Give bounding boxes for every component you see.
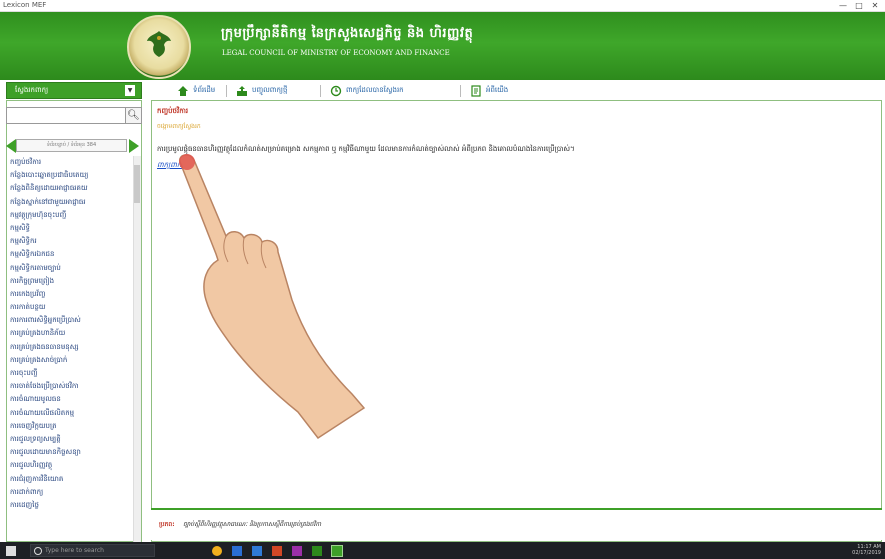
term-list-item[interactable]: កន្លែងស្នាក់នៅជាមួយអាជ្ញាធរ (10, 196, 134, 209)
cortana-icon (34, 547, 42, 555)
sidebar-header-label: ស្វែងរកពាក្យ (15, 86, 49, 94)
ministry-logo (127, 15, 191, 79)
title-bar: Lexicon MEF — □ ✕ (0, 0, 885, 12)
term-list-item[interactable]: កម្មវត្ថុក្រុមហ៊ុនចុះបញ្ជី (10, 209, 134, 222)
home-button[interactable]: ទំព័រដើម (177, 84, 215, 98)
term-list-item[interactable]: ការកិច្ចព្រមព្រៀង (10, 275, 134, 288)
term-list-item[interactable]: កញ្ចប់ថវិការ (10, 156, 134, 169)
maximize-button[interactable]: □ (851, 0, 867, 12)
term-list-item[interactable]: កម្មសិទ្ធិ (10, 222, 134, 235)
next-page-arrow-icon[interactable] (129, 139, 139, 153)
excel-icon[interactable] (312, 546, 322, 556)
export-icon (237, 86, 247, 96)
chrome-icon[interactable] (212, 546, 222, 556)
close-button[interactable]: ✕ (867, 0, 883, 12)
file-explorer-icon[interactable] (252, 546, 262, 556)
clock-date: 02/17/2019 (852, 550, 881, 556)
system-clock[interactable]: 11:17 AM 02/17/2019 (852, 544, 881, 556)
minimize-button[interactable]: — (835, 0, 851, 12)
history-button[interactable]: ពាក្យដែលបានស្វែងរក (330, 84, 404, 98)
edge-icon[interactable] (232, 546, 242, 556)
term-list: កញ្ចប់ថវិការ កន្លែងបោះឆ្នោតប្រជាធិបតេយ្យក… (10, 156, 134, 540)
term-subtitle: ចង្កោមពាក្យស្វែងរក (157, 123, 201, 130)
source-label: ប្រភព: (159, 521, 175, 528)
term-list-item[interactable]: កម្មសិទ្ធិករឯកជន (10, 248, 134, 261)
taskbar-search-placeholder: Type here to search (45, 547, 104, 554)
pointing-hand-icon (179, 154, 366, 440)
banner-title-english: LEGAL COUNCIL OF MINISTRY OF ECONOMY AND… (222, 49, 450, 57)
term-list-item[interactable]: ការកាត់បន្ថយ (10, 301, 134, 314)
term-list-scrollbar[interactable] (133, 156, 141, 542)
term-title: កញ្ចប់ថវិការ (157, 107, 189, 115)
term-list-item[interactable]: ការចំណាយលើផលិតកម្ម (10, 407, 134, 420)
pager-label: ទំព័រ​បន្ទាប់ / ទំព័រ​មុន 384 (16, 139, 127, 152)
term-list-item[interactable]: ការចាត់ចែងប្រើប្រាស់ថវិកា (10, 380, 134, 393)
banner-title-khmer: ក្រុមប្រឹក្សានីតិកម្ម នៃក្រសួងសេដ្ឋកិច្ច… (221, 26, 474, 41)
term-list-item[interactable]: ការគ្រប់គ្រងធនធានមនុស្ស (10, 341, 134, 354)
scrollbar-thumb[interactable] (134, 165, 140, 203)
window-title: Lexicon MEF (3, 1, 47, 9)
document-icon (471, 85, 481, 97)
term-list-item[interactable]: ការជួលហិរញ្ញវត្ថុ (10, 459, 134, 472)
toolbar-divider (226, 85, 227, 97)
home-button-label: ទំព័រដើម (193, 86, 216, 94)
search-button[interactable]: 🔍︎ (125, 107, 142, 124)
toolbar-divider (460, 85, 461, 97)
app-window: Lexicon MEF — □ ✕ ក្រុមប្រឹក្សានីតិកម្ម … (0, 0, 885, 559)
term-list-item[interactable]: ការការពារសិទ្ធិអ្នកប្រើប្រាស់ (10, 314, 134, 327)
term-list-item[interactable]: ការកេងប្រវ័ញ្ច (10, 288, 134, 301)
term-list-item[interactable]: កម្មសិទ្ធិករ (10, 235, 134, 248)
previous-page-arrow-icon[interactable] (6, 139, 16, 153)
home-icon (178, 86, 188, 96)
term-list-item[interactable]: ការចេញវិក្កយបត្រ (10, 420, 134, 433)
term-list-item[interactable]: កន្លែងពិនិត្យ​ដោយ​អាជ្ញាធរ​គយ (10, 182, 134, 195)
add-term-button[interactable]: បញ្ចូលពាក្យថ្មី (236, 84, 287, 98)
source-value: ច្បាប់ស្តីពីហិរញ្ញវត្ថុសាធារណៈ និងប្រកាស… (183, 521, 322, 528)
term-list-item[interactable]: កម្មសិទ្ធិករតាមច្បាប់ (10, 262, 134, 275)
about-button-label: អំពីយើង (486, 86, 509, 94)
toolbar-divider (320, 85, 321, 97)
sidebar-header[interactable]: ស្វែងរកពាក្យ ▼ (6, 82, 142, 99)
term-list-item[interactable]: ការគ្រប់គ្រងសាច់ប្រាក់ (10, 354, 134, 367)
os-taskbar: Type here to search 11:17 AM 02/17/2019 (0, 542, 885, 559)
search-input[interactable] (6, 107, 129, 124)
term-list-item[interactable]: ការគ្រប់គ្រងហានិភ័យ (10, 327, 134, 340)
source-footer: ប្រភព: ច្បាប់ស្តីពីហិរញ្ញវត្ថុសាធារណៈ និ… (151, 508, 882, 540)
term-list-item[interactable]: ការជួលដោយមានកិច្ចសន្យា (10, 446, 134, 459)
term-list-item[interactable]: ការចុះបញ្ជី (10, 367, 134, 380)
term-list-item[interactable]: ការជួលទ្រព្យសម្បត្តិ (10, 433, 134, 446)
search-icon: 🔍︎ (127, 110, 140, 121)
lexicon-app-icon[interactable] (331, 545, 343, 557)
about-button[interactable]: អំពីយើង (470, 84, 508, 98)
term-list-item[interactable]: ការចំណាយមូលធន (10, 393, 134, 406)
term-list-item[interactable]: ការដេញថ្លៃ (10, 499, 134, 512)
chevron-down-icon[interactable]: ▼ (125, 85, 135, 96)
term-list-item[interactable]: កន្លែងបោះឆ្នោតប្រជាធិបតេយ្យ (10, 169, 134, 182)
term-list-item[interactable]: ការដាក់ពាក្យ (10, 486, 134, 499)
history-button-label: ពាក្យដែលបានស្វែងរក (346, 86, 404, 94)
windows-start-icon[interactable] (6, 546, 16, 556)
app-icon[interactable] (292, 546, 302, 556)
term-list-item[interactable]: ការជំរុញការវិនិយោគ (10, 473, 134, 486)
bird-emblem-icon (147, 31, 171, 57)
add-term-button-label: បញ្ចូលពាក្យថ្មី (252, 86, 288, 94)
history-icon (330, 85, 342, 97)
powerpoint-icon[interactable] (272, 546, 282, 556)
taskbar-search-box[interactable]: Type here to search (30, 544, 155, 557)
